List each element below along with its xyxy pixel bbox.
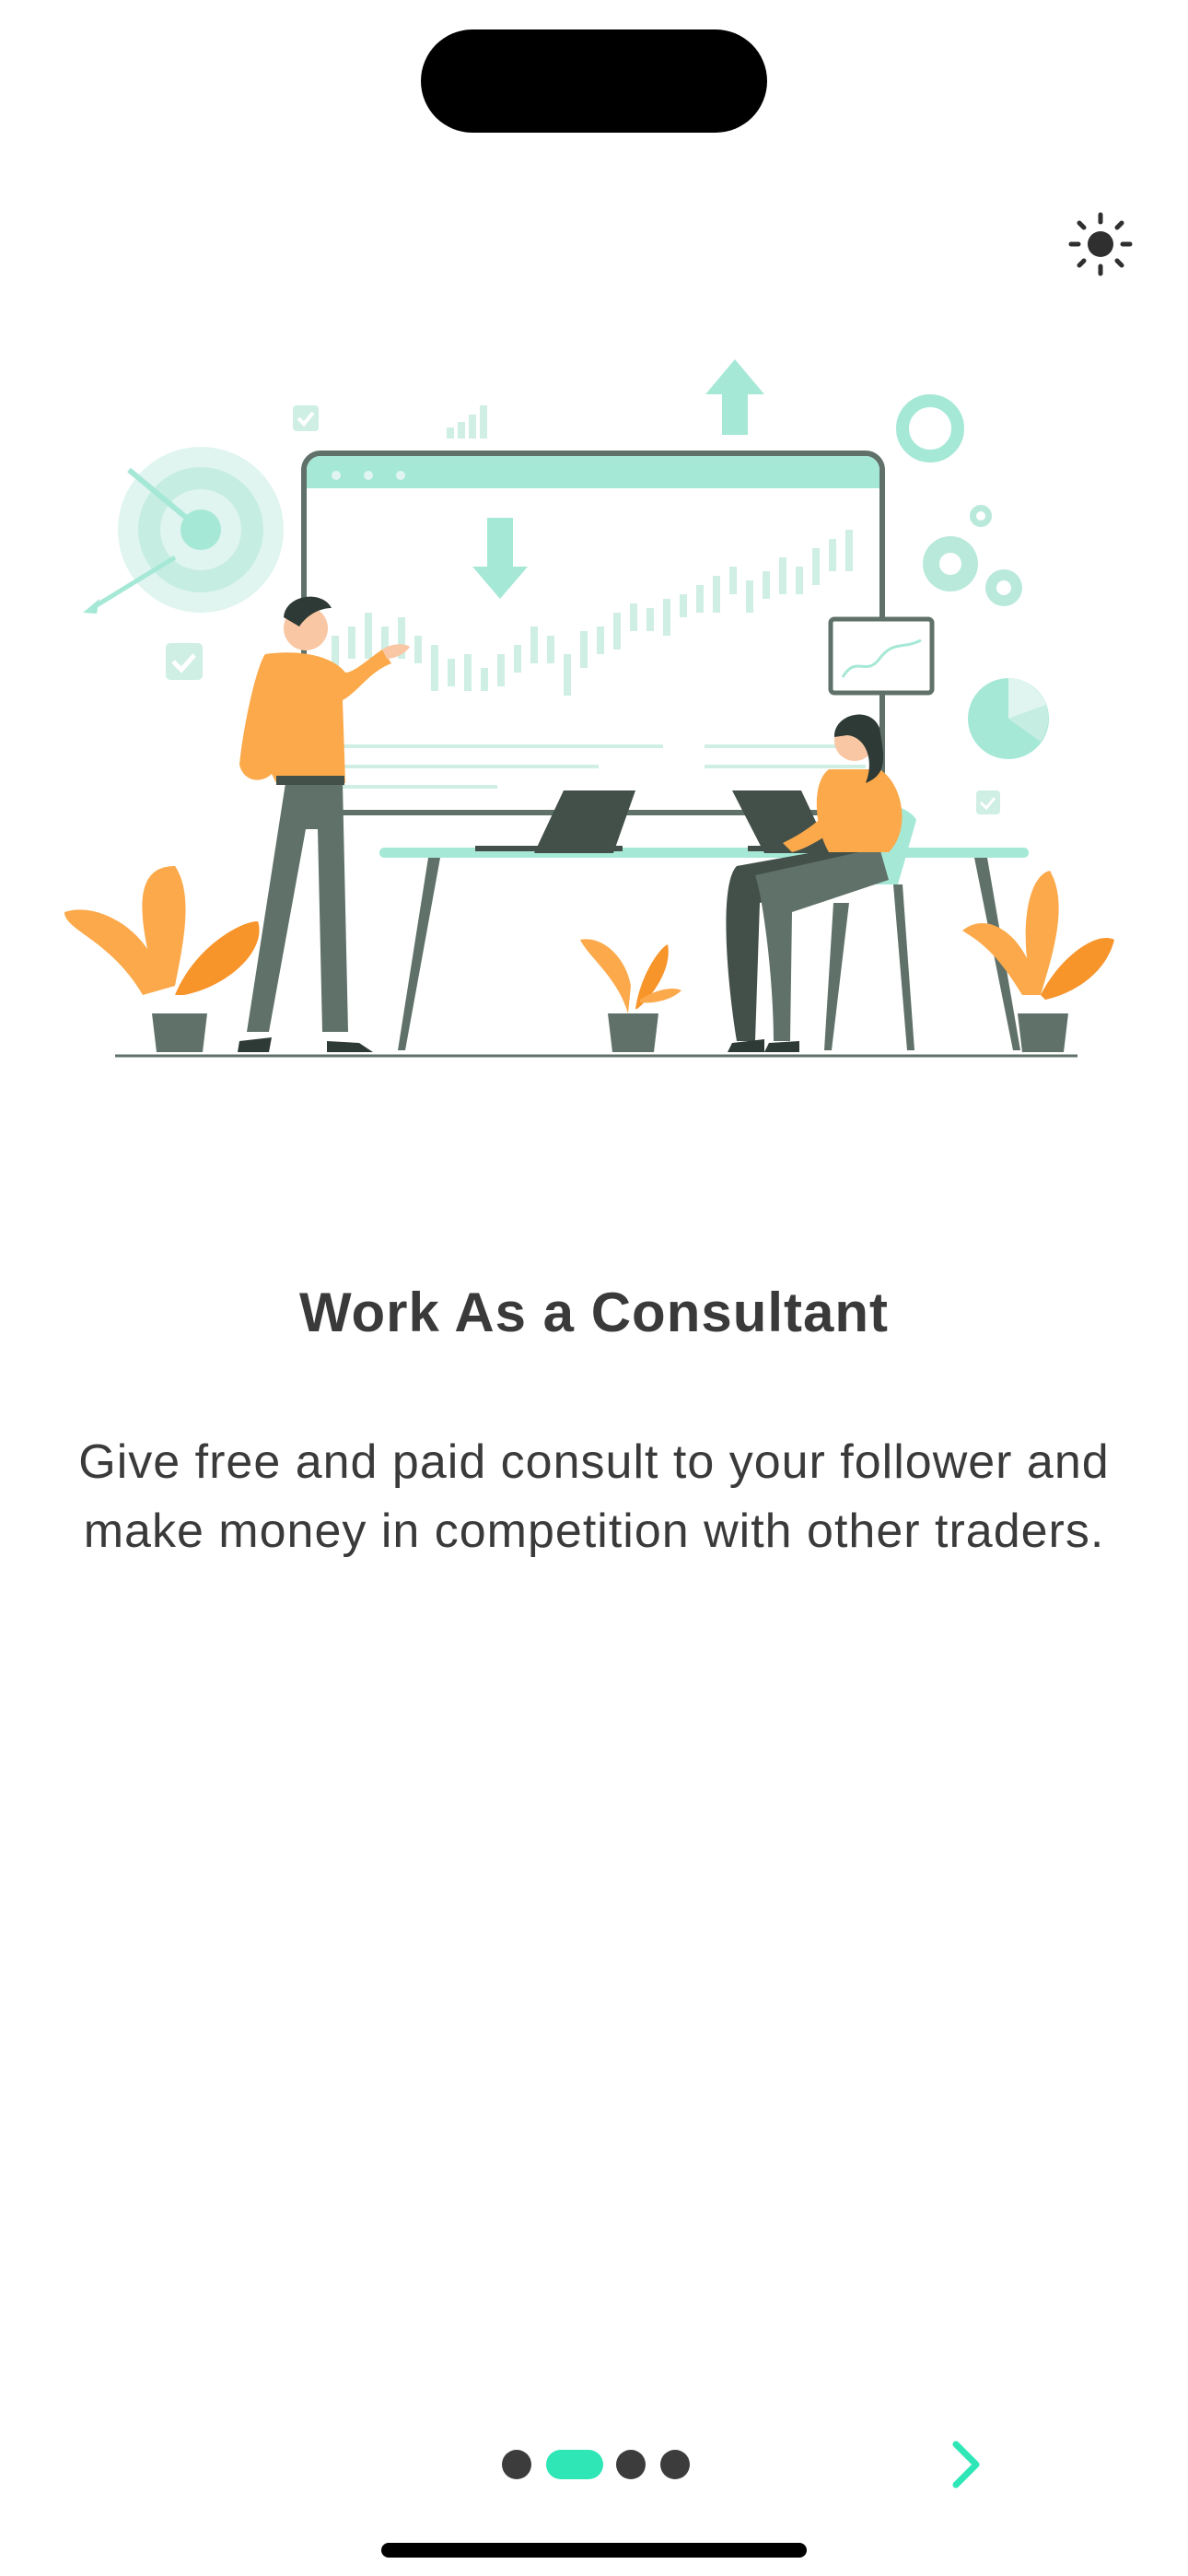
chevron-right-icon [952,2441,980,2488]
onboarding-description: Give free and paid consult to your follo… [78,1435,1110,1558]
page-dot-4[interactable] [660,2450,690,2479]
chart-bars-icon [447,405,487,439]
theme-toggle-button[interactable] [1059,203,1142,286]
sun-icon [1068,212,1133,276]
onboarding-screen: Work As a Consultant Give free and paid … [0,0,1188,2576]
onboarding-title: Work As a Consultant [298,1282,890,1343]
chart-board [301,451,885,815]
donut-ring-icon [896,394,964,463]
next-button[interactable] [930,2423,1004,2506]
dynamic-island [421,29,767,133]
desk [379,790,1029,1050]
page-dot-1[interactable] [502,2450,531,2479]
page-indicator [0,2446,1188,2483]
plant-left [64,866,260,1052]
up-arrow-icon [705,359,764,435]
gear-icon [923,505,1022,606]
page-dot-2-active[interactable] [546,2450,603,2479]
checkbox-icon [166,643,203,680]
mini-chart-card [828,616,935,696]
checkbox-icon [293,405,319,431]
consultants-trading-illustration [64,359,1114,1058]
pie-chart-icon [968,678,1049,759]
plant-middle [580,939,681,1052]
target-icon [83,447,284,614]
checkbox-icon [976,790,1000,814]
home-indicator[interactable] [381,2543,807,2558]
standing-man [238,596,410,1052]
page-dot-3[interactable] [616,2450,646,2479]
